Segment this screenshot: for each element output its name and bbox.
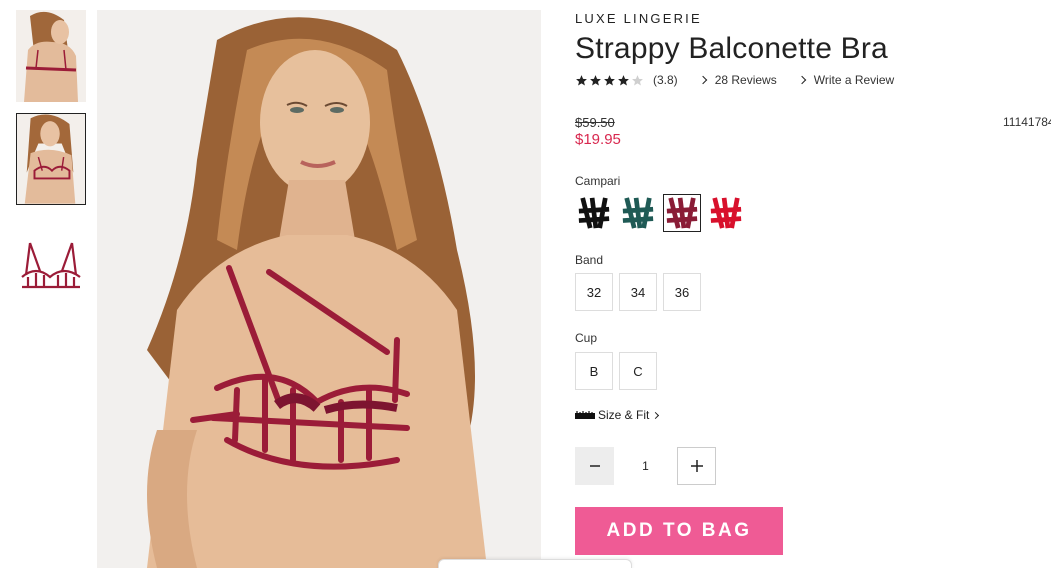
swatch-black-image <box>577 196 611 230</box>
write-review-label: Write a Review <box>813 73 895 87</box>
swatch-green-image <box>621 196 655 230</box>
swatch-campari-image <box>665 196 699 230</box>
thumbnail-front-image <box>17 114 85 204</box>
band-label: Band <box>575 253 604 267</box>
original-price: $59.50 <box>575 115 615 130</box>
rating-value: (3.8) <box>653 73 678 87</box>
swatch-red-image <box>709 196 743 230</box>
rating-row: (3.8) 28 Reviews Write a Review <box>575 73 894 87</box>
star-filled-icon <box>576 74 587 85</box>
reviews-link[interactable]: 28 Reviews <box>698 73 777 87</box>
band-options: 32 34 36 <box>575 273 707 311</box>
quantity-stepper: 1 <box>575 447 716 485</box>
quantity-decrease-button[interactable] <box>575 447 614 485</box>
reviews-link-label: 28 Reviews <box>714 73 777 87</box>
swatch-red[interactable] <box>707 194 745 232</box>
brand-name: LUXE LINGERIE <box>575 11 702 26</box>
star-filled-icon <box>618 74 629 85</box>
star-filled-icon <box>590 74 601 85</box>
color-swatches <box>575 194 751 232</box>
chevron-right-icon <box>797 75 806 85</box>
selected-color-label: Campari <box>575 174 621 188</box>
bottom-popup-tab[interactable] <box>438 559 632 568</box>
star-filled-icon <box>604 74 615 85</box>
thumbnail-product-only[interactable] <box>16 235 86 300</box>
size-fit-label: Size & Fit <box>598 408 650 422</box>
ruler-icon <box>575 411 595 419</box>
thumbnail-front-view[interactable] <box>16 113 86 205</box>
sale-price: $19.95 <box>575 131 621 148</box>
star-empty-icon <box>632 74 643 85</box>
product-title: Strappy Balconette Bra <box>575 32 888 65</box>
quantity-value[interactable]: 1 <box>614 459 677 473</box>
thumbnail-product-image <box>21 242 81 289</box>
band-option-34[interactable]: 34 <box>619 273 657 311</box>
cup-option-b[interactable]: B <box>575 352 613 390</box>
thumbnail-back-image <box>16 10 86 102</box>
chevron-right-icon <box>698 75 707 85</box>
size-fit-link[interactable]: Size & Fit <box>575 408 660 422</box>
swatch-black[interactable] <box>575 194 613 232</box>
product-sku: 11141784 <box>1003 115 1051 129</box>
thumbnail-back-view[interactable] <box>16 10 86 102</box>
quantity-increase-button[interactable] <box>677 447 716 485</box>
cup-options: B C <box>575 352 663 390</box>
add-to-bag-button[interactable]: ADD TO BAG <box>575 507 783 555</box>
model-photo <box>97 10 541 568</box>
swatch-campari[interactable] <box>663 194 701 232</box>
band-option-36[interactable]: 36 <box>663 273 701 311</box>
star-rating <box>575 74 645 87</box>
minus-icon <box>589 465 600 467</box>
write-review-link[interactable]: Write a Review <box>797 73 895 87</box>
plus-icon <box>690 460 703 472</box>
main-product-image[interactable] <box>97 10 541 568</box>
band-option-32[interactable]: 32 <box>575 273 613 311</box>
cup-option-c[interactable]: C <box>619 352 657 390</box>
cup-label: Cup <box>575 331 598 345</box>
swatch-green[interactable] <box>619 194 657 232</box>
chevron-right-icon <box>652 411 660 419</box>
